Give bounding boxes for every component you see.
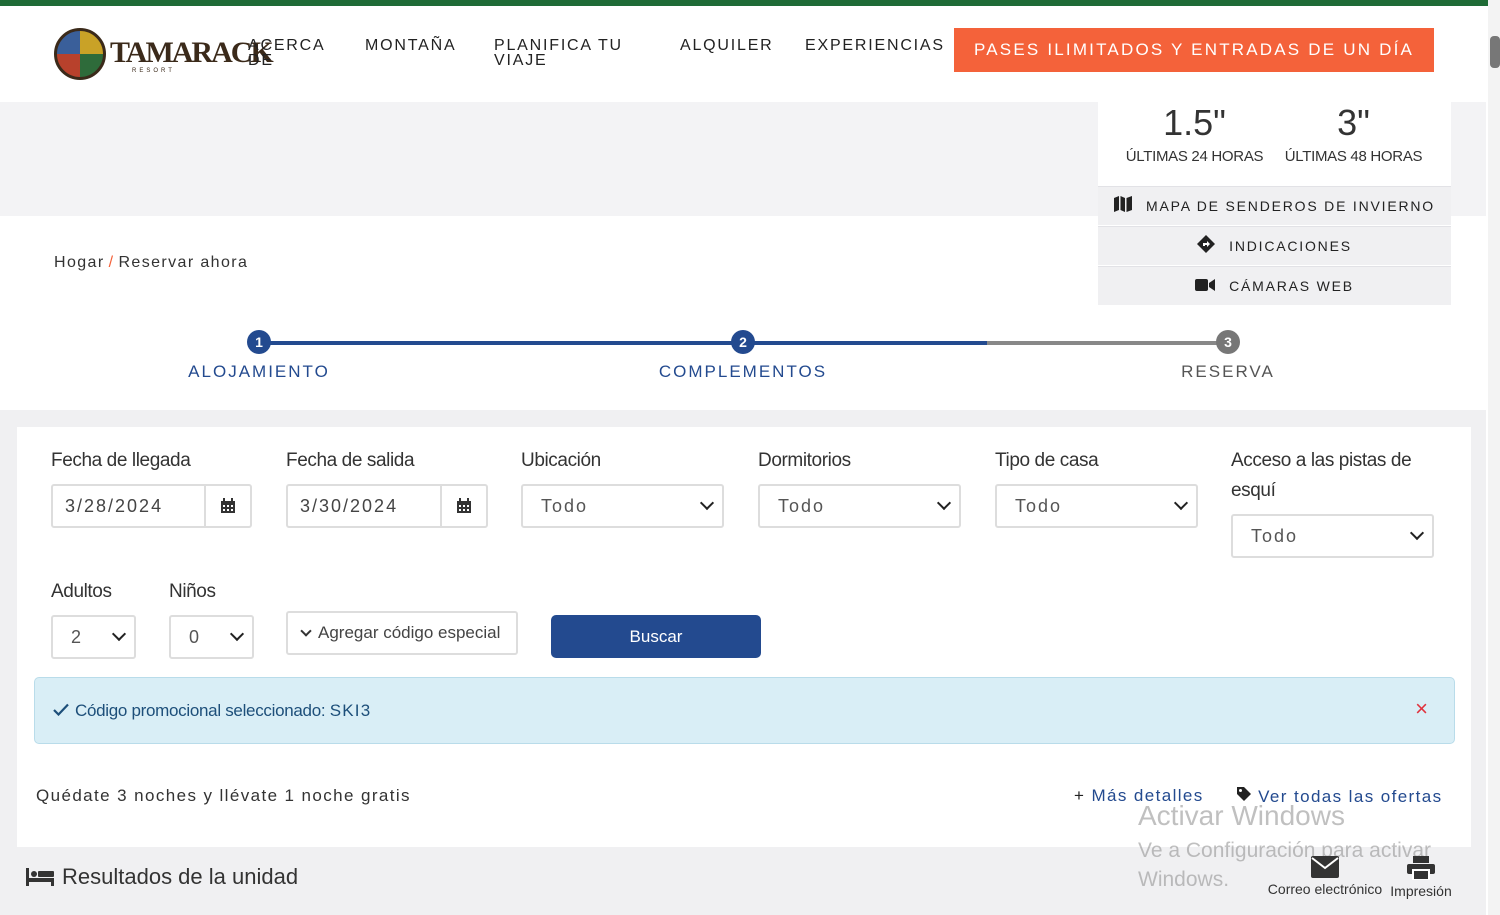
directions-label: INDICACIONES <box>1229 238 1352 254</box>
search-button[interactable]: Buscar <box>551 615 761 658</box>
snow-value: 1.5" <box>1163 102 1226 143</box>
nav-rentals[interactable]: ALQUILER <box>680 38 774 54</box>
directions-icon <box>1197 235 1216 257</box>
departure-calendar-button[interactable] <box>440 486 486 526</box>
arrival-date-input[interactable]: 3/28/2024 <box>51 484 252 528</box>
snow-stat-48h: 3" ÚLTIMAS 48 HORAS <box>1276 102 1431 165</box>
house-type-select[interactable]: Todo <box>995 484 1198 528</box>
stepper-progress-line <box>259 341 987 345</box>
map-icon <box>1114 196 1133 216</box>
snow-value: 3" <box>1337 102 1370 143</box>
snow-label: ÚLTIMAS 24 HORAS <box>1125 148 1264 165</box>
arrival-date-value: 3/28/2024 <box>65 495 164 516</box>
children-select[interactable]: 0 <box>169 615 254 659</box>
children-value: 0 <box>189 626 202 647</box>
bed-icon <box>26 866 54 891</box>
alert-prefix: Código promocional seleccionado: <box>75 701 326 720</box>
arrival-label: Fecha de llegada <box>51 450 191 471</box>
page-scrollbar[interactable] <box>1488 0 1500 915</box>
envelope-icon <box>1264 856 1386 881</box>
calendar-icon <box>221 498 235 513</box>
snow-report-panel: 1.5" ÚLTIMAS 24 HORAS 3" ÚLTIMAS 48 HORA… <box>1098 102 1451 305</box>
stepper-remaining-line <box>987 341 1228 345</box>
scrollbar-thumb[interactable] <box>1490 36 1500 68</box>
adults-value: 2 <box>71 626 84 647</box>
plus-icon: + <box>1074 786 1086 805</box>
bedrooms-select[interactable]: Todo <box>758 484 961 528</box>
location-label: Ubicación <box>521 450 601 471</box>
arrival-calendar-button[interactable] <box>204 486 250 526</box>
chevron-down-icon <box>111 626 127 642</box>
chevron-down-icon <box>699 495 715 511</box>
adults-select[interactable]: 2 <box>51 615 136 659</box>
promo-code-alert: Código promocional seleccionado: SKI3 × <box>34 677 1455 744</box>
chevron-down-icon <box>936 495 952 511</box>
bedrooms-label: Dormitorios <box>758 450 851 471</box>
children-label: Niños <box>169 581 216 602</box>
promo-toggle-label: Agregar código especial <box>318 623 501 642</box>
departure-label: Fecha de salida <box>286 450 415 471</box>
nav-about[interactable]: ACERCA DE <box>248 38 328 69</box>
breadcrumb: Hogar / Reservar ahora <box>54 254 248 272</box>
promo-code-value: SKI3 <box>329 701 372 720</box>
snow-label: ÚLTIMAS 48 HORAS <box>1284 148 1423 165</box>
ski-access-value: Todo <box>1251 525 1299 546</box>
windows-watermark-title: Activar Windows <box>1138 800 1345 831</box>
logo-subtitle: RESORT <box>132 68 175 74</box>
snow-stat-24h: 1.5" ÚLTIMAS 24 HORAS <box>1112 102 1277 165</box>
step-1-dot[interactable]: 1 <box>247 330 271 354</box>
ski-access-select[interactable]: Todo <box>1231 514 1434 558</box>
step-2-label: COMPLEMENTOS <box>658 362 828 381</box>
nav-plan-trip[interactable]: PLANIFICA TU VIAJE <box>494 38 634 69</box>
check-icon <box>53 700 69 721</box>
ski-access-label: Acceso a las pistas de esquí <box>1231 450 1412 501</box>
print-button[interactable]: Impresión <box>1388 856 1454 899</box>
passes-cta-button[interactable]: PASES ILIMITADOS Y ENTRADAS DE UN DÍA <box>954 28 1434 72</box>
trail-map-link[interactable]: MAPA DE SENDEROS DE INVIERNO <box>1098 186 1451 225</box>
location-value: Todo <box>541 495 589 516</box>
webcams-link[interactable]: CÁMARAS WEB <box>1098 266 1451 305</box>
camera-icon <box>1195 278 1216 295</box>
add-promo-code-toggle[interactable]: Agregar código especial <box>286 611 518 655</box>
bedrooms-value: Todo <box>778 495 826 516</box>
calendar-icon <box>457 498 471 513</box>
offer-description: Quédate 3 noches y llévate 1 noche grati… <box>36 786 411 805</box>
house-type-label: Tipo de casa <box>995 450 1099 471</box>
chevron-down-icon <box>300 624 312 637</box>
breadcrumb-current: Reservar ahora <box>118 254 249 271</box>
directions-link[interactable]: INDICACIONES <box>1098 226 1451 265</box>
email-button[interactable]: Correo electrónico <box>1264 856 1386 897</box>
step-2-dot[interactable]: 2 <box>731 330 755 354</box>
breadcrumb-separator: / <box>108 254 115 271</box>
departure-date-value: 3/30/2024 <box>300 495 399 516</box>
departure-date-input[interactable]: 3/30/2024 <box>286 484 488 528</box>
nav-experiences[interactable]: EXPERIENCIAS <box>805 38 945 54</box>
breadcrumb-home[interactable]: Hogar <box>54 254 105 271</box>
trail-map-label: MAPA DE SENDEROS DE INVIERNO <box>1146 198 1435 214</box>
chevron-down-icon <box>1409 525 1425 541</box>
logo-seal-icon <box>54 28 106 80</box>
location-select[interactable]: Todo <box>521 484 724 528</box>
alert-message: Código promocional seleccionado: SKI3 <box>75 701 371 721</box>
email-label: Correo electrónico <box>1267 881 1383 897</box>
results-title: Resultados de la unidad <box>62 864 299 889</box>
tamarack-logo[interactable]: TAMARACK RESORT <box>54 28 274 84</box>
close-icon[interactable]: × <box>1415 696 1428 722</box>
printer-icon <box>1388 856 1454 883</box>
step-1-label: ALOJAMIENTO <box>188 362 330 381</box>
webcams-label: CÁMARAS WEB <box>1229 278 1354 294</box>
site-header: TAMARACK RESORT ACERCA DE MONTAÑA PLANIF… <box>0 6 1480 102</box>
adults-label: Adultos <box>51 581 112 602</box>
step-3-label: RESERVA <box>1181 362 1275 381</box>
chevron-down-icon <box>229 626 245 642</box>
print-label: Impresión <box>1390 883 1452 899</box>
chevron-down-icon <box>1173 495 1189 511</box>
step-3-dot[interactable]: 3 <box>1216 330 1240 354</box>
house-type-value: Todo <box>1015 495 1063 516</box>
nav-mountain[interactable]: MONTAÑA <box>365 38 456 54</box>
